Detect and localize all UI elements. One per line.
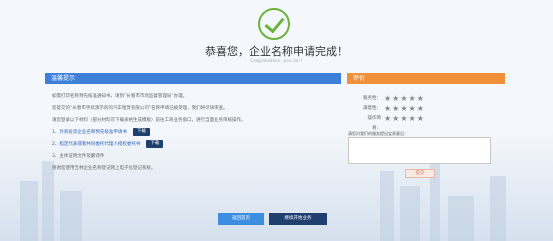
required-doc-2-label: 2、指定代表或者共同委托代理人授权委托书 <box>52 142 141 147</box>
tips-heading: 温馨提示 <box>45 73 341 84</box>
star-rating-icon[interactable]: ★★★★★ <box>384 95 425 103</box>
rating-row-satisfaction: 满意性： ★★★★★ <box>347 104 505 114</box>
required-doc-1-label: 1、外商投资企业名称预先核准申请书 <box>52 130 127 135</box>
star-rating-icon[interactable]: ★★★★★ <box>384 105 425 113</box>
rating-row-ease: 操作简易： ★★★★★ <box>347 114 505 132</box>
submit-button[interactable]: 提交 <box>405 169 435 178</box>
continue-business-button[interactable]: 继续开始业务 <box>269 213 327 225</box>
page-subtitle: Congratulation , you can ! <box>250 58 303 63</box>
download-button-1[interactable]: 下载 <box>132 127 150 136</box>
tip-line-2: 您提交的“长春市手续演示的的汽车租赁有限公司”名称申请已被受理，我们将尽快审查。 <box>52 106 228 111</box>
page-title: 恭喜您，企业名称申请完成！ <box>205 45 348 58</box>
rating-label: 服务性： <box>363 96 381 101</box>
success-check-icon <box>258 8 290 40</box>
rating-label: 满意性： <box>363 106 381 111</box>
rating-panel: 评价 服务性： ★★★★★ 满意性： ★★★★★ 操作简易： ★★★★★ 请您对… <box>347 73 505 191</box>
required-doc-2: 2、指定代表或者共同委托代理人授权委托书 下载 <box>52 139 335 151</box>
required-doc-1: 1、外商投资企业名称预先核准申请书 下载 <box>52 127 335 139</box>
tip-line-1: 如需打印名称预先核准通知书，请到“长春市市场监督管理局”办理。 <box>52 94 188 99</box>
comment-textarea[interactable] <box>348 137 491 164</box>
rating-heading: 评价 <box>347 73 505 84</box>
star-rating-icon[interactable]: ★★★★★ <box>384 115 425 123</box>
tip-thanks: 感谢您使用吉林企业名称登记网上电子化登记系统。 <box>52 166 156 171</box>
download-button-2[interactable]: 下载 <box>146 139 164 148</box>
tip-line-3: 请您登录以下材料（部分材料可下载表格生成模板）前往工商业务窗口，进行当面业务审核… <box>52 118 246 123</box>
tips-panel: 温馨提示 如需打印名称预先核准通知书，请到“长春市市场监督管理局”办理。 您提交… <box>45 73 341 191</box>
return-home-button[interactable]: 返回首页 <box>218 213 264 225</box>
required-doc-3: 3、主体证明文件及翻译件 <box>52 154 105 159</box>
rating-row-service: 服务性： ★★★★★ <box>347 94 505 104</box>
